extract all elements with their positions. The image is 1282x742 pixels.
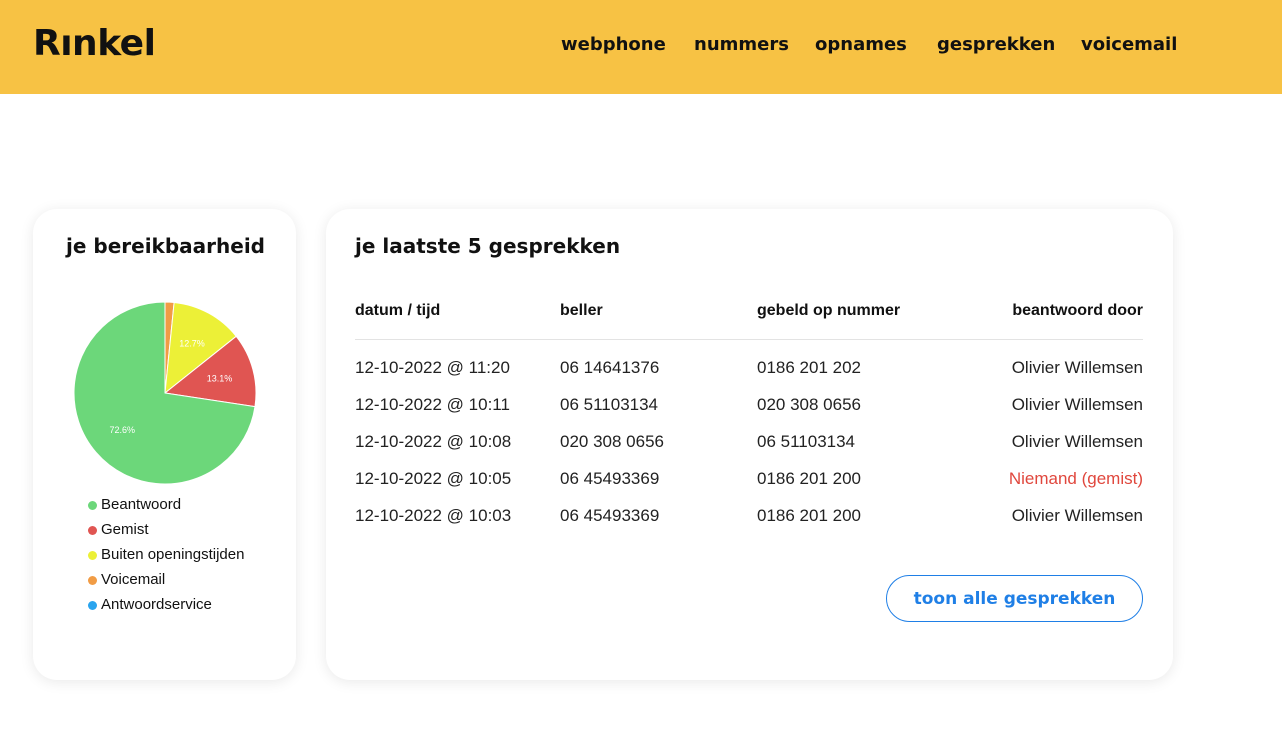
main-nav: webphone nummers opnames gesprekken voic… xyxy=(0,33,1282,59)
call-datetime: 12-10-2022 @ 11:20 xyxy=(355,358,510,377)
pie-slice-label: 13.1% xyxy=(207,373,233,383)
show-all-calls-button[interactable]: toon alle gesprekken xyxy=(886,575,1143,622)
call-caller: 06 14641376 xyxy=(560,358,660,377)
call-answered-by-missed: Niemand (gemist) xyxy=(1008,469,1143,488)
call-called-number: 0186 201 200 xyxy=(757,506,861,525)
pie-slice-label: 72.6% xyxy=(109,425,135,435)
calls-table-body: 12-10-2022 @ 11:20 06 14641376 0186 201 … xyxy=(355,358,1143,543)
table-divider xyxy=(355,339,1143,340)
call-datetime: 12-10-2022 @ 10:05 xyxy=(355,469,512,488)
call-called-number: 0186 201 202 xyxy=(757,358,861,377)
legend-label: Voicemail xyxy=(101,571,166,588)
call-called-number: 0186 201 200 xyxy=(757,469,861,488)
call-called-number: 06 51103134 xyxy=(757,432,856,451)
top-bar: Rınkel webphone nummers opnames gesprekk… xyxy=(0,0,1282,94)
recent-calls-card: je laatste 5 gesprekken datum / tijd bel… xyxy=(326,209,1173,680)
legend-item-voicemail[interactable]: Voicemail xyxy=(88,570,244,595)
call-datetime: 12-10-2022 @ 10:08 xyxy=(355,432,512,451)
availability-card: je bereikbaarheid 12.7% 13.1% 72.6% Beantw… xyxy=(33,209,296,680)
call-called-number: 020 308 0656 xyxy=(757,395,861,414)
table-row[interactable]: 12-10-2022 @ 11:20 06 14641376 0186 201 … xyxy=(355,358,1143,395)
column-header-called-number: gebeld op nummer xyxy=(757,302,901,319)
nav-gesprekken[interactable]: gesprekken xyxy=(937,33,1055,57)
legend-label: Antwoordservice xyxy=(101,596,212,613)
column-header-caller: beller xyxy=(560,302,603,319)
legend-item-buiten-openingstijden[interactable]: Buiten openingstijden xyxy=(88,545,244,570)
call-caller: 06 51103134 xyxy=(560,395,659,414)
pie-legend: Beantwoord Gemist Buiten openingstijden Voi… xyxy=(88,495,244,620)
table-row[interactable]: 12-10-2022 @ 10:08 020 308 0656 06 51103… xyxy=(355,432,1143,469)
availability-pie-chart: 12.7% 13.1% 72.6% xyxy=(73,301,257,485)
legend-dot-icon xyxy=(88,526,97,535)
table-row[interactable]: 12-10-2022 @ 10:05 06 45493369 0186 201 … xyxy=(355,469,1143,506)
call-answered-by: Olivier Willemsen xyxy=(1011,432,1143,451)
legend-dot-icon xyxy=(88,601,97,610)
call-caller: 020 308 0656 xyxy=(560,432,664,451)
legend-dot-icon xyxy=(88,576,97,585)
column-header-answered-by: beantwoord door xyxy=(1012,302,1143,319)
nav-voicemail[interactable]: voicemail xyxy=(1081,33,1177,57)
call-caller: 06 45493369 xyxy=(560,506,660,525)
legend-label: Gemist xyxy=(101,521,149,538)
table-row[interactable]: 12-10-2022 @ 10:11 06 51103134 020 308 0… xyxy=(355,395,1143,432)
call-answered-by: Olivier Willemsen xyxy=(1011,506,1143,525)
nav-nummers[interactable]: nummers xyxy=(694,33,789,57)
call-datetime: 12-10-2022 @ 10:03 xyxy=(355,506,512,525)
availability-title: je bereikbaarheid xyxy=(66,234,265,258)
nav-opnames[interactable]: opnames xyxy=(815,33,907,57)
legend-dot-icon xyxy=(88,551,97,560)
legend-label: Beantwoord xyxy=(101,496,182,513)
nav-webphone[interactable]: webphone xyxy=(561,33,666,57)
recent-calls-title: je laatste 5 gesprekken xyxy=(355,234,621,258)
call-datetime: 12-10-2022 @ 10:11 xyxy=(355,395,510,414)
column-header-datetime: datum / tijd xyxy=(355,302,441,319)
legend-item-gemist[interactable]: Gemist xyxy=(88,520,244,545)
call-caller: 06 45493369 xyxy=(560,469,660,488)
table-row[interactable]: 12-10-2022 @ 10:03 06 45493369 0186 201 … xyxy=(355,506,1143,543)
call-answered-by: Olivier Willemsen xyxy=(1011,395,1143,414)
pie-slice-label: 12.7% xyxy=(179,338,205,348)
legend-item-antwoordservice[interactable]: Antwoordservice xyxy=(88,595,244,620)
legend-dot-icon xyxy=(88,501,97,510)
calls-table-header: datum / tijd beller gebeld op nummer bea… xyxy=(355,301,1143,323)
call-answered-by: Olivier Willemsen xyxy=(1011,358,1143,377)
legend-item-beantwoord[interactable]: Beantwoord xyxy=(88,495,244,520)
legend-label: Buiten openingstijden xyxy=(101,546,245,563)
